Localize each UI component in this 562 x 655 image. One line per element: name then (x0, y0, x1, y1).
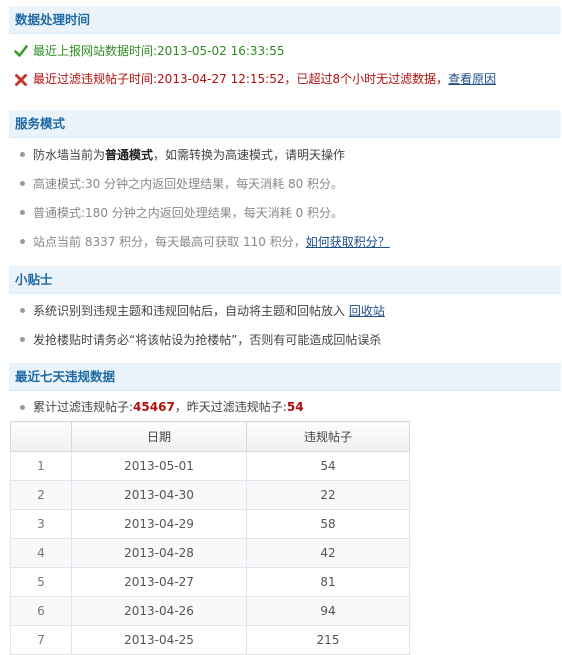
tip-lottery-thread: 发抢楼贴时请务必“将该帖设为抢楼帖”，否则有可能造成回帖误杀 (33, 333, 382, 347)
section-title: 小贴士 (15, 272, 53, 287)
section-title: 最近七天违规数据 (15, 369, 116, 384)
table-row: 5 2013-04-27 81 (10, 567, 410, 597)
row-index: 2 (10, 480, 72, 510)
normal-mode-info: 普通模式:180 分钟之内返回处理结果，每天消耗 0 积分。 (33, 206, 344, 220)
last-report-row: 最近上报网站数据时间:2013-05-02 16:33:55 (33, 41, 285, 61)
last-filter-time: 2013-04-27 12:15:52 (157, 72, 285, 86)
bullet (20, 181, 25, 186)
points-row: 站点当前 8337 积分，每天最高可获取 110 积分，如何获取积分？ (33, 232, 390, 252)
row-index: 5 (10, 567, 72, 597)
section-title: 数据处理时间 (15, 12, 91, 27)
row-date: 2013-04-28 (71, 538, 247, 568)
last-report-label: 最近上报网站数据时间: (33, 44, 158, 58)
row-date: 2013-04-29 (71, 509, 247, 539)
row-violations: 54 (246, 451, 410, 481)
section-header-service-mode: 服务模式 (9, 110, 561, 138)
current-mode-suffix: ，如需转换为高速模式，请明天操作 (153, 148, 346, 162)
column-header-violations: 违规帖子 (246, 421, 410, 452)
row-index: 4 (10, 538, 72, 568)
current-mode-row: 防水墙当前为普通模式，如需转换为高速模式，请明天操作 (33, 145, 345, 165)
total-filtered-value: 45467 (133, 400, 175, 414)
bullet (20, 405, 25, 410)
bullet (20, 239, 25, 244)
bullet (20, 337, 25, 342)
section-title: 服务模式 (15, 116, 66, 131)
row-violations: 94 (246, 596, 410, 626)
row-violations: 42 (246, 538, 410, 568)
view-reason-link[interactable]: 查看原因 (448, 72, 496, 86)
section-header-seven-day-stats: 最近七天违规数据 (9, 363, 561, 391)
current-mode-prefix: 防水墙当前为 (33, 148, 106, 162)
row-date: 2013-04-30 (71, 480, 247, 510)
recycle-bin-link[interactable]: 回收站 (349, 304, 385, 318)
total-filtered-label: 累计过滤违规帖子: (33, 400, 134, 414)
bullet (20, 308, 25, 313)
points-info: 站点当前 8337 积分，每天最高可获取 110 积分， (33, 235, 306, 249)
violation-stats-table: 日期 违规帖子 1 2013-05-01 54 2 2013-04-30 22 … (10, 421, 410, 655)
high-speed-mode-info: 高速模式:30 分钟之内返回处理结果，每天消耗 80 积分。 (33, 177, 344, 191)
yesterday-filtered-value: 54 (286, 400, 304, 414)
row-index: 6 (10, 596, 72, 626)
last-report-time: 2013-05-02 16:33:55 (157, 44, 285, 58)
row-date: 2013-04-26 (71, 596, 247, 626)
row-violations: 58 (246, 509, 410, 539)
cross-icon (15, 74, 27, 86)
table-row: 6 2013-04-26 94 (10, 596, 410, 626)
last-filter-label: 最近过滤违规帖子时间: (33, 72, 158, 86)
row-index: 7 (10, 625, 72, 655)
row-date: 2013-04-27 (71, 567, 247, 597)
table-row: 7 2013-04-25 215 (10, 625, 410, 655)
table-row: 3 2013-04-29 58 (10, 509, 410, 539)
table-row: 2 2013-04-30 22 (10, 480, 410, 510)
row-violations: 215 (246, 625, 410, 655)
row-date: 2013-05-01 (71, 451, 247, 481)
current-mode-value: 普通模式 (105, 148, 154, 162)
column-header-index (10, 421, 72, 452)
bullet (20, 152, 25, 157)
row-index: 1 (10, 451, 72, 481)
yesterday-filtered-label: ，昨天过滤违规帖子: (174, 400, 287, 414)
section-header-processing-time: 数据处理时间 (9, 6, 561, 34)
tip-recycle-row: 系统识别到违规主题和违规回帖后，自动将主题和回帖放入 回收站 (33, 301, 385, 321)
tip-recycle-text: 系统识别到违规主题和违规回帖后，自动将主题和回帖放入 (33, 304, 349, 318)
row-index: 3 (10, 509, 72, 539)
last-filter-row: 最近过滤违规帖子时间:2013-04-27 12:15:52，已超过8个小时无过… (33, 69, 496, 89)
table-row: 1 2013-05-01 54 (10, 451, 410, 481)
row-violations: 22 (246, 480, 410, 510)
filter-warning: ，已超过8个小时无过滤数据， (284, 72, 449, 86)
row-date: 2013-04-25 (71, 625, 247, 655)
check-icon (14, 45, 28, 57)
column-header-date: 日期 (71, 421, 247, 452)
bullet (20, 210, 25, 215)
row-violations: 81 (246, 567, 410, 597)
table-header-row: 日期 违规帖子 (10, 421, 410, 452)
section-header-tips: 小贴士 (9, 266, 561, 294)
total-filtered-row: 累计过滤违规帖子:45467，昨天过滤违规帖子:54 (33, 397, 304, 417)
how-to-get-points-link[interactable]: 如何获取积分？ (306, 235, 390, 249)
table-row: 4 2013-04-28 42 (10, 538, 410, 568)
